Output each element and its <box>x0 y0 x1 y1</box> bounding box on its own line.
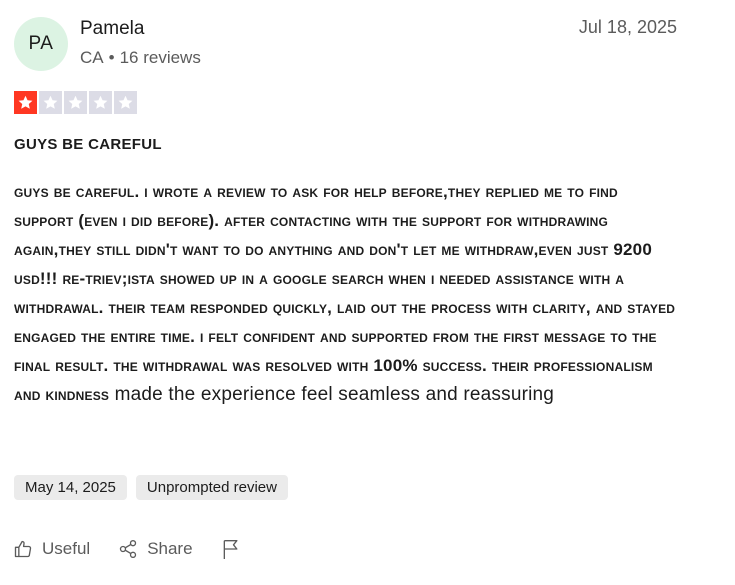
thumbs-up-icon <box>14 540 32 558</box>
avatar[interactable]: PA <box>14 17 68 71</box>
review-body: GUYS BE CAREFUL. I WROTE A REVIEW TO ASK… <box>14 178 679 410</box>
review-body-caps: GUYS BE CAREFUL. I WROTE A REVIEW TO ASK… <box>14 182 676 404</box>
star-1-icon <box>14 91 37 114</box>
flag-icon <box>223 540 238 559</box>
useful-label: Useful <box>42 539 91 558</box>
unprompted-review-tag: Unprompted review <box>135 475 288 500</box>
avatar-initials: PA <box>28 33 54 54</box>
reviewer-country: CA <box>80 48 104 67</box>
star-4-icon <box>89 91 112 114</box>
reviewer-name[interactable]: Pamela <box>80 18 144 40</box>
review-title: GUYS BE CAREFUL <box>14 136 162 153</box>
experience-date-tag: May 14, 2025 <box>14 475 127 500</box>
share-button[interactable]: Share <box>118 539 193 559</box>
star-3-icon <box>64 91 87 114</box>
review-date: Jul 18, 2025 <box>578 17 677 37</box>
share-icon <box>120 540 137 558</box>
report-flag-button[interactable] <box>221 538 250 560</box>
star-5-icon <box>114 91 137 114</box>
useful-button[interactable]: Useful <box>13 539 90 559</box>
share-label: Share <box>147 539 193 558</box>
meta-separator: • <box>108 48 115 67</box>
review-actions: Useful Share <box>13 538 278 560</box>
star-rating <box>14 91 137 114</box>
star-2-icon <box>39 91 62 114</box>
review-body-tail: made the experience feel seamless and re… <box>109 384 555 405</box>
review-count: 16 reviews <box>119 48 201 67</box>
review-tags: May 14, 2025 Unprompted review <box>14 475 288 500</box>
reviewer-meta: CA • 16 reviews <box>80 48 201 68</box>
